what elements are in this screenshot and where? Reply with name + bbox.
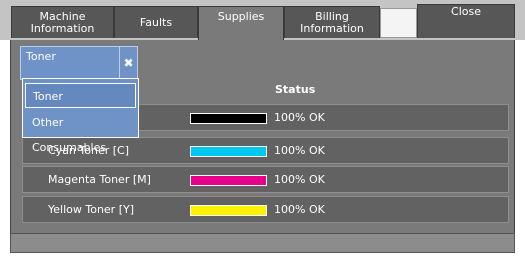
close-button[interactable]: Close (417, 4, 515, 38)
supply-name: Yellow Toner [Y] (48, 203, 135, 216)
dropdown-options-list: Toner Other Consumables (22, 78, 139, 154)
close-icon[interactable]: ✖ (119, 47, 137, 79)
table-row: Magenta Toner [M] 100% OK (22, 166, 509, 193)
panel-footer (10, 233, 515, 253)
status-column-header: Status (275, 83, 316, 96)
supply-name: Magenta Toner [M] (48, 173, 151, 186)
dropdown-option-other-consumables[interactable]: Other Consumables (25, 110, 136, 154)
toner-level-bar (190, 113, 267, 124)
toner-level-bar (190, 205, 267, 216)
tab-billing-information[interactable]: Billing Information (284, 6, 380, 38)
tab-bar: Machine Information Faults Supplies Bill… (0, 0, 525, 40)
table-row: Yellow Toner [Y] 100% OK (22, 196, 509, 223)
tab-machine-information[interactable]: Machine Information (11, 6, 114, 38)
supply-status: 100% OK (274, 173, 325, 186)
dropdown-selected-value: Toner (26, 50, 56, 63)
supplies-screen: Machine Information Faults Supplies Bill… (0, 0, 525, 257)
supply-status: 100% OK (274, 144, 325, 157)
supply-status: 100% OK (274, 111, 325, 124)
tab-spacer (380, 8, 417, 38)
dropdown-option-toner[interactable]: Toner (25, 83, 136, 108)
tab-supplies[interactable]: Supplies (198, 6, 284, 40)
toner-level-bar (190, 175, 267, 186)
tab-faults[interactable]: Faults (114, 6, 198, 38)
consumable-type-dropdown[interactable]: Toner ✖ (20, 46, 138, 80)
supply-status: 100% OK (274, 203, 325, 216)
toner-level-bar (190, 146, 267, 157)
